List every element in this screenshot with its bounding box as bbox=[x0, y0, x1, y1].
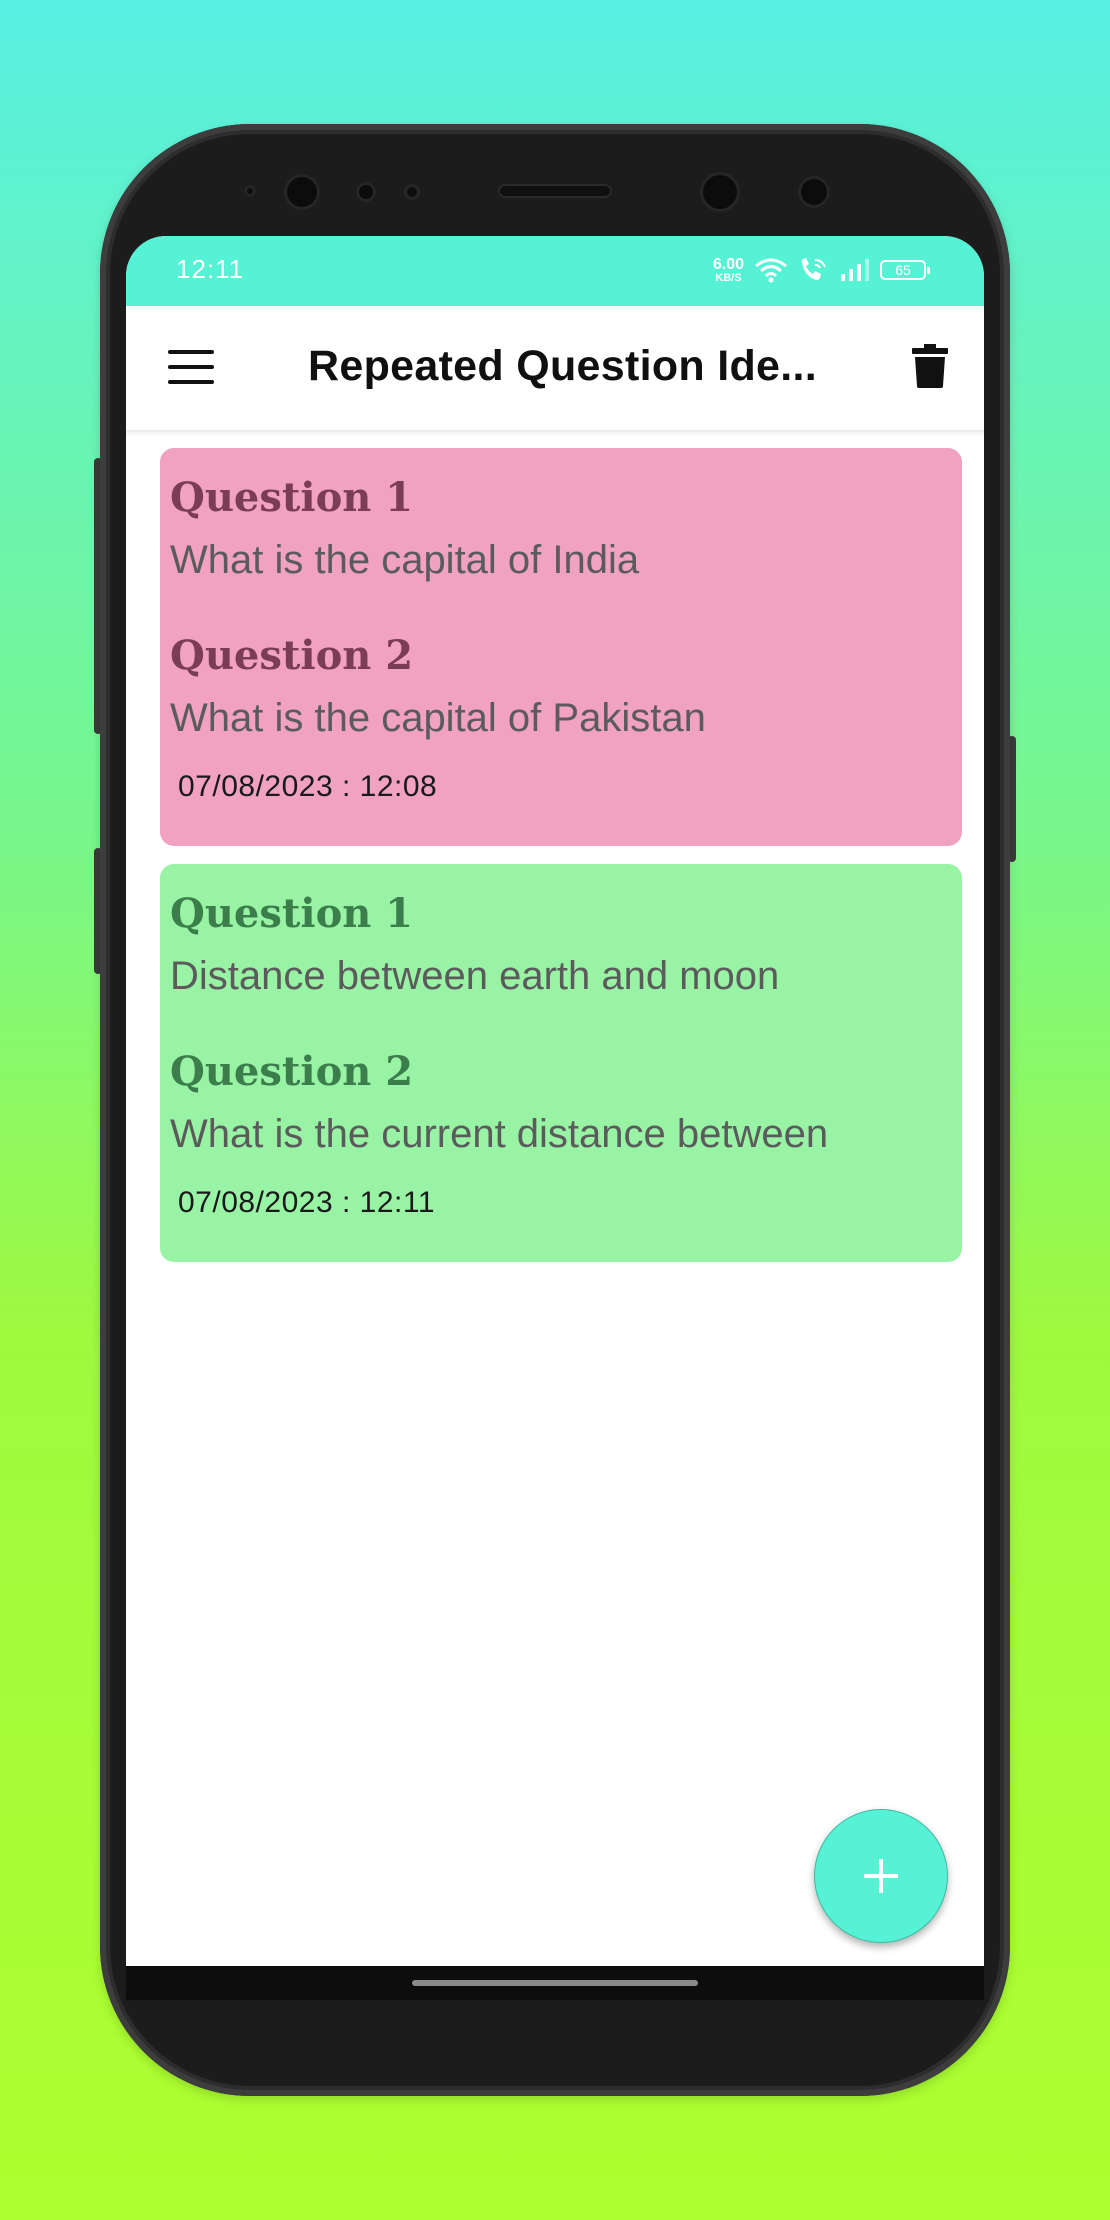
question-pair-card[interactable]: Question 1 Distance between earth and mo… bbox=[160, 864, 962, 1262]
trash-icon[interactable] bbox=[912, 344, 948, 388]
plus-icon bbox=[864, 1859, 898, 1893]
sensor-dot bbox=[356, 182, 376, 202]
app-bar: Repeated Question Ide... bbox=[126, 306, 984, 432]
app-screen: 12:11 6.00 KB/S 65 Repeated Question Ide… bbox=[126, 236, 984, 1966]
battery-level: 65 bbox=[895, 262, 911, 278]
card-timestamp: 07/08/2023 : 12:11 bbox=[178, 1186, 435, 1219]
wifi-call-icon bbox=[801, 258, 826, 280]
question-1-label: Question 1 bbox=[170, 890, 414, 937]
sensor-dot bbox=[404, 184, 420, 200]
status-bar: 12:11 6.00 KB/S 65 bbox=[126, 236, 984, 306]
menu-line bbox=[168, 380, 214, 384]
front-camera bbox=[284, 174, 320, 210]
app-title: Repeated Question Ide... bbox=[308, 342, 817, 390]
sensor-dot bbox=[244, 185, 256, 197]
wifi-icon bbox=[755, 258, 787, 283]
question-2-label: Question 2 bbox=[170, 632, 414, 679]
question-1-text: What is the capital of India bbox=[170, 538, 640, 582]
menu-line bbox=[168, 365, 214, 369]
home-indicator[interactable] bbox=[412, 1980, 698, 1986]
sensor-dot bbox=[798, 176, 830, 208]
hamburger-menu-icon[interactable] bbox=[168, 350, 214, 384]
status-icons: 6.00 KB/S 65 bbox=[712, 252, 930, 288]
question-2-text: What is the capital of Pakistan bbox=[170, 696, 706, 740]
net-speed-unit: KB/S bbox=[715, 271, 742, 284]
add-question-button[interactable] bbox=[814, 1809, 948, 1943]
earpiece-speaker bbox=[498, 184, 612, 198]
card-timestamp: 07/08/2023 : 12:08 bbox=[178, 770, 438, 803]
net-speed-value: 6.00 bbox=[712, 255, 744, 273]
battery-icon: 65 bbox=[880, 260, 930, 280]
menu-line bbox=[168, 350, 214, 354]
question-pair-card[interactable]: Question 1 What is the capital of India … bbox=[160, 448, 962, 846]
net-speed: 6.00 KB/S bbox=[712, 255, 744, 284]
system-nav-bar bbox=[126, 1966, 984, 2000]
question-2-text: What is the current distance between bbox=[170, 1112, 829, 1156]
question-2-label: Question 2 bbox=[170, 1048, 414, 1095]
signal-icon bbox=[841, 259, 869, 281]
question-1-label: Question 1 bbox=[170, 474, 414, 521]
status-time: 12:11 bbox=[176, 254, 245, 284]
question-1-text: Distance between earth and moon bbox=[170, 954, 780, 998]
front-camera-secondary bbox=[700, 172, 740, 212]
